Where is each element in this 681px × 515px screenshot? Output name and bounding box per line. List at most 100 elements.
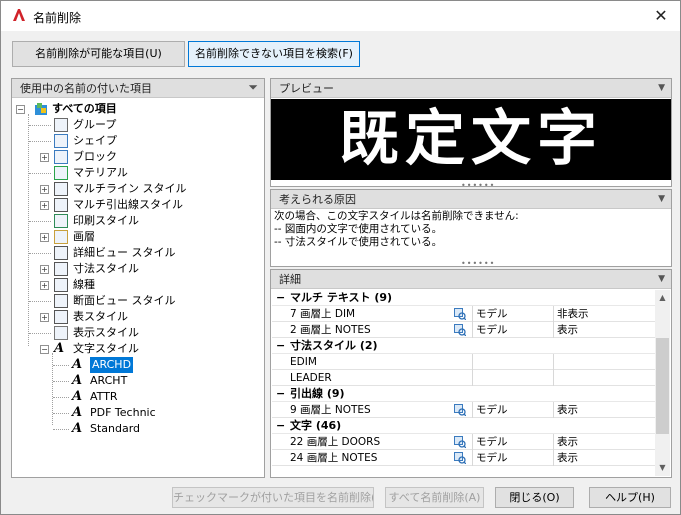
- tree-item-visualstyle[interactable]: 表示スタイル: [16, 325, 262, 341]
- details-row[interactable]: 24 画層上 NOTES モデル 表示: [272, 450, 656, 466]
- tree-textstyle-archt[interactable]: A ARCHT: [16, 373, 262, 389]
- tree-textstyle-archd[interactable]: A ARCHD: [16, 357, 262, 373]
- text-style-icon: A: [72, 421, 83, 436]
- text-style-icon: A: [72, 389, 83, 404]
- collapse-toggle[interactable]: −: [276, 386, 285, 402]
- text-style-icon: A: [72, 405, 83, 420]
- purge-dialog: 名前削除 ✕ 名前削除が可能な項目(U) 名前削除できない項目を検索(F) 使用…: [0, 0, 681, 515]
- collapse-arrow-icon[interactable]: ▼: [658, 190, 665, 209]
- scroll-up-icon[interactable]: ▲: [655, 290, 670, 306]
- details-group[interactable]: − 寸法スタイル (2): [272, 338, 656, 354]
- tree-item-tablestyle[interactable]: + 表スタイル: [16, 309, 262, 325]
- tree-item-textstyle[interactable]: − A 文字スタイル: [16, 341, 262, 357]
- purge-checked-button[interactable]: チェックマークが付いた項目を名前削除(P): [172, 487, 374, 508]
- tree-item-shape[interactable]: シェイプ: [16, 133, 262, 149]
- details-group[interactable]: − 文字 (46): [272, 418, 656, 434]
- collapse-toggle[interactable]: −: [276, 418, 285, 434]
- collapse-toggle[interactable]: −: [276, 290, 285, 306]
- collapse-arrow-icon[interactable]: ▼: [658, 270, 665, 289]
- expand-toggle[interactable]: +: [40, 201, 49, 210]
- details-space-cell: モデル: [472, 450, 552, 466]
- tree-item-detailview[interactable]: 詳細ビュー スタイル: [16, 245, 262, 261]
- close-button[interactable]: 閉じる(O): [495, 487, 574, 508]
- details-table: − マルチ テキスト (9) 7 画層上 DIM モデル 非表示 2 画層上 NOTES モ…: [272, 290, 656, 466]
- details-name-cell: 9 画層上 NOTES: [290, 404, 371, 416]
- tree-item-label: ARCHD: [90, 357, 134, 373]
- details-row[interactable]: EDIM: [272, 354, 656, 370]
- tab-purgeable[interactable]: 名前削除が可能な項目(U): [12, 41, 185, 67]
- text-style-icon: A: [72, 357, 83, 372]
- tree-item-label: ブロック: [73, 150, 117, 163]
- expand-toggle[interactable]: +: [40, 265, 49, 274]
- details-row[interactable]: LEADER: [272, 370, 656, 386]
- details-space-cell: [472, 370, 552, 386]
- zoom-to-icon[interactable]: [454, 452, 467, 465]
- tree-item-label: 詳細ビュー スタイル: [73, 246, 176, 259]
- details-visibility-cell: 非表示: [553, 306, 656, 322]
- tree-item-layer[interactable]: + 画層: [16, 229, 262, 245]
- tree-item-sectionview[interactable]: 断面ビュー スタイル: [16, 293, 262, 309]
- expand-toggle[interactable]: +: [40, 313, 49, 322]
- details-name-cell: 7 画層上 DIM: [290, 308, 356, 320]
- expand-toggle[interactable]: +: [40, 185, 49, 194]
- named-items-tree: − すべての項目 グループ シェイプ + ブロック マテリアル + マルチライン スタイル +…: [16, 101, 262, 437]
- tree-root[interactable]: − すべての項目: [16, 101, 262, 117]
- mleader-icon: [54, 198, 68, 212]
- details-visibility-cell: 表示: [553, 434, 656, 450]
- collapse-toggle[interactable]: −: [276, 338, 285, 354]
- preview-panel-header: プレビュー ▼: [271, 79, 671, 98]
- details-row[interactable]: 7 画層上 DIM モデル 非表示: [272, 306, 656, 322]
- details-space-cell: [472, 354, 552, 370]
- tab-non-purgeable[interactable]: 名前削除できない項目を検索(F): [188, 41, 360, 67]
- scroll-thumb[interactable]: [656, 338, 669, 434]
- expand-toggle[interactable]: +: [40, 153, 49, 162]
- tree-item-plotstyle[interactable]: 印刷スタイル: [16, 213, 262, 229]
- expand-toggle[interactable]: +: [40, 281, 49, 290]
- tree-item-linetype[interactable]: + 線種: [16, 277, 262, 293]
- details-group[interactable]: − マルチ テキスト (9): [272, 290, 656, 306]
- purge-all-button[interactable]: すべて名前削除(A): [385, 487, 484, 508]
- tree-item-label: シェイプ: [73, 134, 117, 147]
- shape-icon: [54, 134, 68, 148]
- details-name-cell: LEADER: [290, 372, 332, 384]
- tree-item-material[interactable]: マテリアル: [16, 165, 262, 181]
- tree-item-label: 表スタイル: [73, 310, 128, 323]
- zoom-to-icon[interactable]: [454, 324, 467, 337]
- reason-panel-title: 考えられる原因: [279, 193, 356, 206]
- layer-icon: [54, 230, 68, 244]
- help-button[interactable]: ヘルプ(H): [589, 487, 671, 508]
- tree-item-block[interactable]: + ブロック: [16, 149, 262, 165]
- details-row[interactable]: 9 画層上 NOTES モデル 表示: [272, 402, 656, 418]
- tree-textstyle-standard[interactable]: A Standard: [16, 421, 262, 437]
- details-row[interactable]: 22 画層上 DOORS モデル 表示: [272, 434, 656, 450]
- tree-item-mline[interactable]: + マルチライン スタイル: [16, 181, 262, 197]
- details-row[interactable]: 2 画層上 NOTES モデル 表示: [272, 322, 656, 338]
- zoom-to-icon[interactable]: [454, 436, 467, 449]
- tree-textstyle-attr[interactable]: A ATTR: [16, 389, 262, 405]
- expand-toggle[interactable]: +: [40, 233, 49, 242]
- details-name-cell: 24 画層上 NOTES: [290, 452, 378, 464]
- scroll-down-icon[interactable]: ▼: [655, 460, 670, 476]
- collapse-arrow-icon[interactable]: ▼: [658, 79, 665, 98]
- tree-panel-title: 使用中の名前の付いた項目: [20, 82, 152, 95]
- tree-item-label: 印刷スタイル: [73, 214, 139, 227]
- tree-item-group[interactable]: グループ: [16, 117, 262, 133]
- close-icon[interactable]: ✕: [650, 5, 672, 27]
- zoom-to-icon[interactable]: [454, 404, 467, 417]
- tree-item-label: ATTR: [90, 390, 118, 403]
- details-scrollbar[interactable]: ▲ ▼: [655, 290, 670, 476]
- block-icon: [54, 150, 68, 164]
- collapse-toggle[interactable]: −: [16, 105, 25, 114]
- splitter-grip-icon[interactable]: ••••••: [461, 259, 495, 268]
- tree-item-dimstyle[interactable]: + 寸法スタイル: [16, 261, 262, 277]
- tree-item-mleader[interactable]: + マルチ引出線スタイル: [16, 197, 262, 213]
- collapse-toggle[interactable]: −: [40, 345, 49, 354]
- tree-item-label: マテリアル: [73, 166, 128, 179]
- sectionview-icon: [54, 294, 68, 308]
- details-visibility-cell: 表示: [553, 322, 656, 338]
- details-group[interactable]: − 引出線 (9): [272, 386, 656, 402]
- material-icon: [54, 166, 68, 180]
- collapse-chevron-icon[interactable]: ⏷: [248, 78, 258, 97]
- zoom-to-icon[interactable]: [454, 308, 467, 321]
- tree-textstyle-pdf-technic[interactable]: A PDF Technic: [16, 405, 262, 421]
